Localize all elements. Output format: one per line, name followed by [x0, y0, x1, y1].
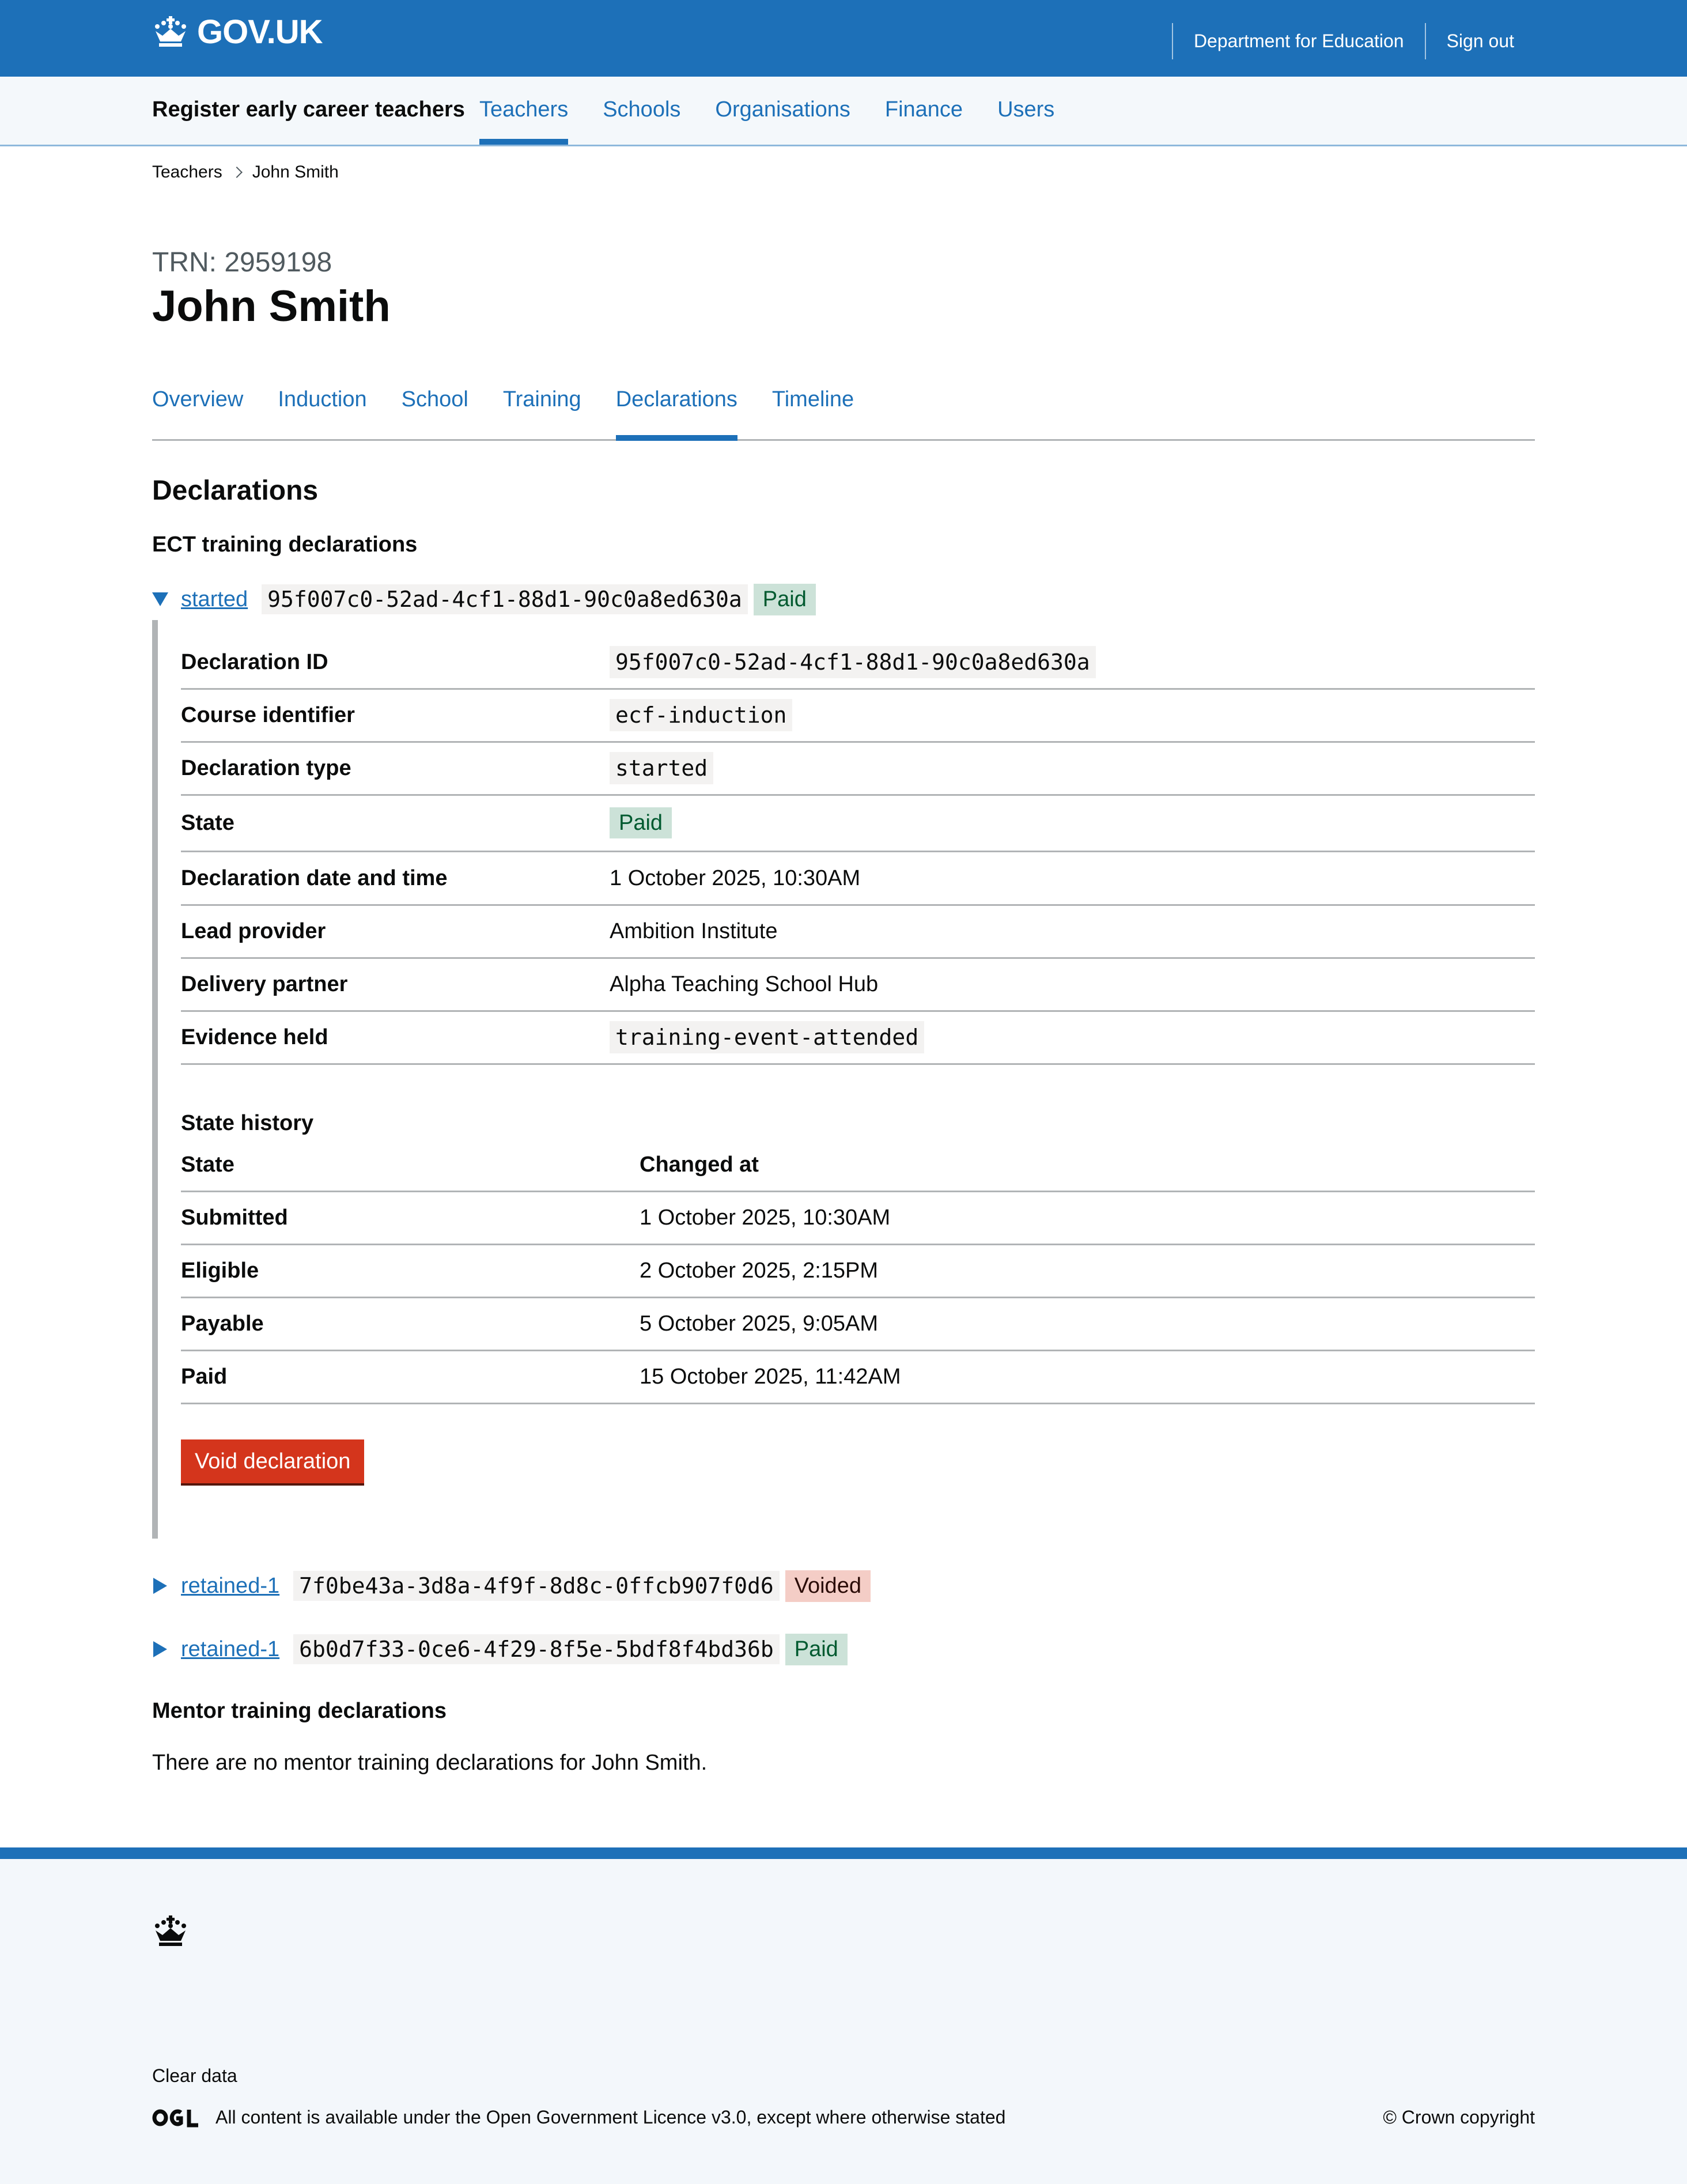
status-badge: Paid: [610, 807, 672, 838]
history-state: Eligible: [181, 1258, 259, 1283]
header-nav: Department for Education Sign out: [1171, 23, 1535, 59]
mentor-empty-message: There are no mentor training declaration…: [152, 1751, 708, 1775]
service-nav-users[interactable]: Users: [997, 97, 1054, 145]
history-state: Paid: [181, 1364, 228, 1389]
tab-overview[interactable]: Overview: [152, 387, 243, 439]
state-history-heading: State history: [181, 1111, 314, 1135]
declaration-summary[interactable]: retained-1 7f0be43a-3d8a-4f9f-8d8c-0ffcb…: [152, 1569, 871, 1603]
breadcrumb-current: John Smith: [252, 163, 339, 182]
row-value: Ambition Institute: [610, 919, 778, 943]
summary-row-delivery-partner: Delivery partner Alpha Teaching School H…: [181, 958, 1535, 1012]
declaration-summary[interactable]: started 95f007c0-52ad-4cf1-88d1-90c0a8ed…: [152, 582, 816, 617]
declaration-type-link[interactable]: retained-1: [181, 1574, 279, 1599]
history-changed-at: 15 October 2025, 11:42AM: [640, 1364, 901, 1389]
service-name[interactable]: Register early career teachers: [152, 97, 465, 122]
clear-data-link[interactable]: Clear data: [152, 2065, 237, 2087]
summary-row-declaration-id: Declaration ID 95f007c0-52ad-4cf1-88d1-9…: [181, 636, 1535, 690]
history-table-header: State Changed at: [181, 1139, 1535, 1192]
ogl-logo: [152, 2109, 198, 2127]
service-nav-organisations[interactable]: Organisations: [715, 97, 850, 145]
service-navigation: Register early career teachers Teachers …: [0, 77, 1687, 146]
chevron-right-icon: [230, 167, 243, 178]
history-state: Submitted: [181, 1205, 288, 1230]
table-row: Submitted 1 October 2025, 10:30AM: [181, 1192, 1535, 1245]
row-value: 1 October 2025, 10:30AM: [610, 866, 861, 890]
teacher-trn: TRN: 2959198: [152, 247, 332, 278]
tab-declarations[interactable]: Declarations: [615, 387, 738, 441]
summary-row-evidence: Evidence held training-event-attended: [181, 1011, 1535, 1065]
history-changed-at: 1 October 2025, 10:30AM: [640, 1205, 891, 1230]
breadcrumb: Teachers John Smith: [152, 163, 339, 182]
summary-row-type: Declaration type started: [181, 742, 1535, 796]
triangle-down-icon: [152, 592, 168, 606]
row-value: Alpha Teaching School Hub: [610, 972, 879, 996]
tab-timeline[interactable]: Timeline: [772, 387, 854, 439]
crown-icon: [155, 16, 186, 47]
tab-school[interactable]: School: [402, 387, 468, 439]
licence-prefix: All content is available under the: [215, 2107, 486, 2128]
licence-row: All content is available under the Open …: [152, 2107, 1535, 2128]
govuk-logo-link[interactable]: GOV.UK: [152, 13, 323, 51]
open-government-licence-link[interactable]: Open Government Licence v3.0: [486, 2107, 747, 2128]
declaration-summary[interactable]: retained-1 6b0d7f33-0ce6-4f29-8f5e-5bdf8…: [152, 1632, 848, 1667]
crown-copyright-link[interactable]: © Crown copyright: [1383, 2107, 1535, 2128]
history-changed-at: 5 October 2025, 9:05AM: [640, 1311, 879, 1336]
declarations-heading: Declarations: [152, 475, 319, 506]
history-state: Payable: [181, 1311, 264, 1336]
row-value: ecf-induction: [610, 698, 793, 731]
row-key: Declaration date and time: [181, 866, 448, 890]
column-header-changed-at: Changed at: [640, 1152, 759, 1177]
ect-declarations-heading: ECT training declarations: [152, 532, 418, 557]
declaration-id-code: 6b0d7f33-0ce6-4f29-8f5e-5bdf8f4bd36b: [293, 1634, 780, 1664]
column-header-state: State: [181, 1152, 234, 1177]
tab-training[interactable]: Training: [503, 387, 581, 439]
govuk-header: GOV.UK Department for Education Sign out: [0, 0, 1687, 77]
status-badge: Paid: [753, 583, 816, 615]
sign-out-link[interactable]: Sign out: [1424, 23, 1535, 59]
teacher-subnav: Overview Induction School Training Decla…: [152, 387, 1535, 441]
history-changed-at: 2 October 2025, 2:15PM: [640, 1258, 879, 1283]
declaration-id-code: 95f007c0-52ad-4cf1-88d1-90c0a8ed630a: [262, 584, 748, 614]
row-key: Lead provider: [181, 919, 326, 943]
row-value: started: [610, 751, 714, 784]
void-declaration-button[interactable]: Void declaration: [181, 1439, 365, 1483]
service-nav-schools[interactable]: Schools: [603, 97, 680, 145]
tab-induction[interactable]: Induction: [278, 387, 366, 439]
summary-row-state: State Paid: [181, 795, 1535, 852]
row-key: Declaration type: [181, 755, 351, 780]
summary-row-lead-provider: Lead provider Ambition Institute: [181, 905, 1535, 959]
row-key: State: [181, 810, 234, 835]
row-key: Delivery partner: [181, 972, 348, 996]
page: GOV.UK Department for Education Sign out…: [0, 0, 1687, 2184]
logo-text: GOV.UK: [197, 13, 323, 51]
mentor-declarations-heading: Mentor training declarations: [152, 1699, 447, 1723]
declaration-id-code: 7f0be43a-3d8a-4f9f-8d8c-0ffcb907f0d6: [293, 1571, 780, 1601]
status-badge: Voided: [785, 1570, 871, 1602]
declaration-type-link[interactable]: started: [181, 587, 248, 612]
service-nav-list: Teachers Schools Organisations Finance U…: [479, 97, 1054, 145]
row-value: training-event-attended: [610, 1021, 925, 1053]
status-badge: Paid: [785, 1633, 848, 1665]
table-row: Paid 15 October 2025, 11:42AM: [181, 1351, 1535, 1404]
summary-row-course: Course identifier ecf-induction: [181, 689, 1535, 743]
triangle-right-icon: [153, 1641, 167, 1657]
table-row: Payable 5 October 2025, 9:05AM: [181, 1298, 1535, 1351]
page-title: John Smith: [152, 282, 391, 331]
breadcrumb-teachers-link[interactable]: Teachers: [152, 163, 222, 182]
department-link[interactable]: Department for Education: [1171, 23, 1425, 59]
row-value: 95f007c0-52ad-4cf1-88d1-90c0a8ed630a: [610, 645, 1096, 678]
declaration-type-link[interactable]: retained-1: [181, 1637, 279, 1662]
service-nav-teachers[interactable]: Teachers: [479, 97, 569, 145]
crown-icon: [155, 1915, 186, 1946]
row-key: Course identifier: [181, 702, 355, 727]
table-row: Eligible 2 October 2025, 2:15PM: [181, 1245, 1535, 1298]
row-key: Declaration ID: [181, 649, 328, 674]
triangle-right-icon: [153, 1578, 167, 1594]
details-border: [152, 620, 158, 1539]
summary-row-date: Declaration date and time 1 October 2025…: [181, 852, 1535, 906]
service-nav-finance[interactable]: Finance: [885, 97, 963, 145]
row-key: Evidence held: [181, 1025, 328, 1049]
licence-suffix: , except where otherwise stated: [746, 2107, 1006, 2128]
footer: Clear data All content is available unde…: [0, 1847, 1687, 2184]
